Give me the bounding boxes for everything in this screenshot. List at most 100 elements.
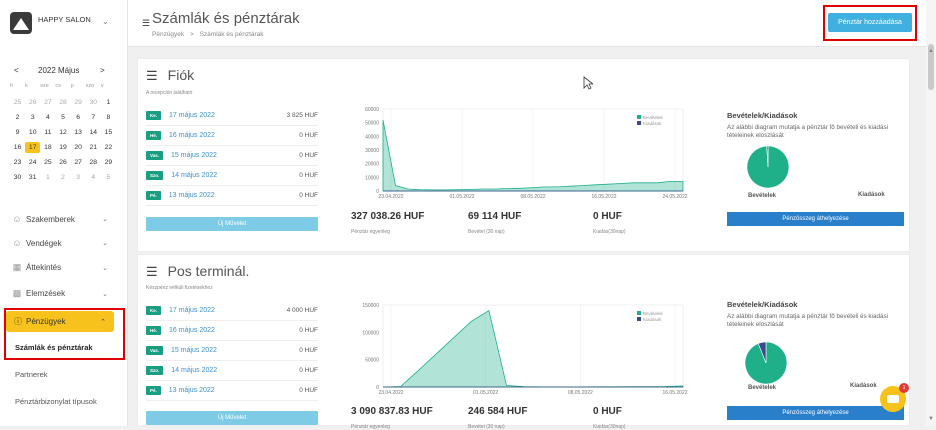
weekday-label: k <box>25 83 28 89</box>
legend-swatch <box>637 317 641 321</box>
calendar-day[interactable]: 29 <box>71 97 86 108</box>
calendar-day[interactable]: 28 <box>55 97 70 108</box>
calendar-day[interactable]: 4 <box>40 112 55 123</box>
subnav-szamlak[interactable]: Számlák és pénztárak <box>15 343 93 352</box>
list-item[interactable]: Vas. 15 május 2022 0 HUF <box>146 146 318 166</box>
subnav-partnerek[interactable]: Partnerek <box>15 370 48 379</box>
list-item[interactable]: Szo. 14 május 2022 0 HUF <box>146 361 318 381</box>
calendar-day[interactable]: 16 <box>10 142 25 153</box>
menu-icon[interactable]: ☰ <box>146 68 158 83</box>
calendar-day[interactable]: 8 <box>101 112 116 123</box>
row-date[interactable]: 15 május 2022 <box>171 152 217 159</box>
pie-chart <box>746 145 790 189</box>
row-date[interactable]: 13 május 2022 <box>169 192 215 199</box>
calendar-day[interactable]: 28 <box>86 157 101 168</box>
calendar-day[interactable]: 18 <box>40 142 55 153</box>
row-date[interactable]: 17 május 2022 <box>169 307 215 314</box>
row-amount: 0 HUF <box>299 347 318 354</box>
stat-label: Bevétel (30 nap) <box>468 229 505 235</box>
chevron-down-icon: ⌄ <box>102 240 108 247</box>
row-date[interactable]: 15 május 2022 <box>171 347 217 354</box>
calendar-day[interactable]: 5 <box>101 172 116 183</box>
calendar-next-button[interactable]: > <box>100 66 105 75</box>
calendar-day[interactable]: 10 <box>25 127 40 138</box>
list-item[interactable]: Hé. 16 május 2022 0 HUF <box>146 126 318 146</box>
calendar-day[interactable]: 1 <box>101 97 116 108</box>
calendar-day[interactable]: 3 <box>71 172 86 183</box>
list-item[interactable]: Szo. 14 május 2022 0 HUF <box>146 166 318 186</box>
breadcrumb-item[interactable]: Pénzügyek <box>152 31 184 38</box>
list-item[interactable]: Vas. 15 május 2022 0 HUF <box>146 341 318 361</box>
chat-button[interactable]: 1 <box>880 383 909 412</box>
weekday-label: v <box>100 83 104 89</box>
calendar-day[interactable]: 25 <box>40 157 55 168</box>
list-item[interactable]: Ke. 17 május 2022 3 825 HUF <box>146 106 318 126</box>
calendar-day[interactable]: 21 <box>86 142 101 153</box>
calendar-day[interactable]: 26 <box>55 157 70 168</box>
calendar-day[interactable]: 27 <box>40 97 55 108</box>
new-operation-button[interactable]: Új Művelet <box>146 411 318 425</box>
calendar-day[interactable]: 7 <box>86 112 101 123</box>
calendar-day[interactable]: 5 <box>55 112 70 123</box>
subnav-penztarbizonylat[interactable]: Pénztárbizonylat típusok <box>15 397 97 406</box>
calendar-day[interactable]: 20 <box>71 142 86 153</box>
calendar-day[interactable]: 25 <box>10 97 25 108</box>
calendar-prev-button[interactable]: < <box>14 66 19 75</box>
calendar-weekdays: h k sze cs p szo v <box>10 83 116 89</box>
account-card: ☰ Fiók A recepción található Ke. 17 május … <box>137 58 910 252</box>
calendar-day[interactable]: 30 <box>10 172 25 183</box>
calendar-day[interactable]: 27 <box>71 157 86 168</box>
brand-name: HAPPY SALON <box>38 14 91 24</box>
list-item[interactable]: Pé. 13 május 2022 0 HUF <box>146 186 318 206</box>
calendar-day[interactable]: 22 <box>101 142 116 153</box>
calendar-day[interactable]: 23 <box>10 157 25 168</box>
calendar-day[interactable]: 29 <box>101 157 116 168</box>
calendar-day[interactable]: 2 <box>10 112 25 123</box>
calendar-day[interactable]: 2 <box>55 172 70 183</box>
calendar-day[interactable]: 31 <box>25 172 40 183</box>
panel-title: Bevételek/Kiadások <box>727 300 798 309</box>
day-badge: Hé. <box>146 131 162 140</box>
y-tick-label: 20000 <box>365 162 379 168</box>
calendar-day[interactable]: 15 <box>101 127 116 138</box>
calendar-day[interactable]: 4 <box>86 172 101 183</box>
new-operation-button[interactable]: Új Művelet <box>146 217 318 231</box>
calendar-day[interactable]: 14 <box>86 127 101 138</box>
x-tick-label: 08.05.2022 <box>520 194 545 200</box>
calendar-day[interactable]: 12 <box>55 127 70 138</box>
scroll-down-icon[interactable]: ▼ <box>928 416 934 422</box>
nav-item-vendegek[interactable]: ☺ Vendégek ⌄ <box>12 238 116 248</box>
calendar-day-today[interactable]: 17 <box>25 142 41 153</box>
chevron-down-icon[interactable]: ⌄ <box>102 17 109 26</box>
calendar-day[interactable]: 9 <box>10 127 25 138</box>
calendar-day[interactable]: 1 <box>40 172 55 183</box>
calendar-day[interactable]: 11 <box>40 127 55 138</box>
row-date[interactable]: 16 május 2022 <box>169 132 215 139</box>
calendar-day[interactable]: 13 <box>71 127 86 138</box>
calendar-day[interactable]: 19 <box>55 142 70 153</box>
calendar-day[interactable]: 3 <box>25 112 40 123</box>
list-item[interactable]: Ke. 17 május 2022 4 000 HUF <box>146 301 318 321</box>
row-date[interactable]: 14 május 2022 <box>171 172 217 179</box>
nav-item-szakemberek[interactable]: ☺ Szakemberek ⌄ <box>12 214 116 224</box>
calendar-day[interactable]: 24 <box>25 157 40 168</box>
calendar-day[interactable]: 26 <box>25 97 40 108</box>
row-date[interactable]: 17 május 2022 <box>169 112 215 119</box>
nav-item-elemzesek[interactable]: ▩ Elemzések ⌄ <box>12 288 116 299</box>
hamburger-icon[interactable]: ☰ <box>142 18 150 29</box>
list-item[interactable]: Hé. 16 május 2022 0 HUF <box>146 321 318 341</box>
nav-item-attekintes[interactable]: ▦ Áttekintés ⌄ <box>12 262 116 273</box>
menu-icon[interactable]: ☰ <box>146 264 158 279</box>
transfer-button[interactable]: Pénzösszeg áthelyezése <box>727 212 904 226</box>
row-date[interactable]: 16 május 2022 <box>169 327 215 334</box>
list-item[interactable]: Pé. 13 május 2022 0 HUF <box>146 381 318 401</box>
calendar-day[interactable]: 6 <box>71 112 86 123</box>
brand[interactable]: HAPPY SALON <box>10 12 91 34</box>
row-date[interactable]: 13 május 2022 <box>169 387 215 394</box>
y-tick-label: 50000 <box>365 121 379 127</box>
grid-icon: ▦ <box>12 262 22 272</box>
calendar-day[interactable]: 30 <box>86 97 101 108</box>
transfer-button[interactable]: Pénzösszeg áthelyezése <box>727 406 904 420</box>
scroll-up-icon[interactable]: ▲ <box>928 48 934 54</box>
row-date[interactable]: 14 május 2022 <box>171 367 217 374</box>
